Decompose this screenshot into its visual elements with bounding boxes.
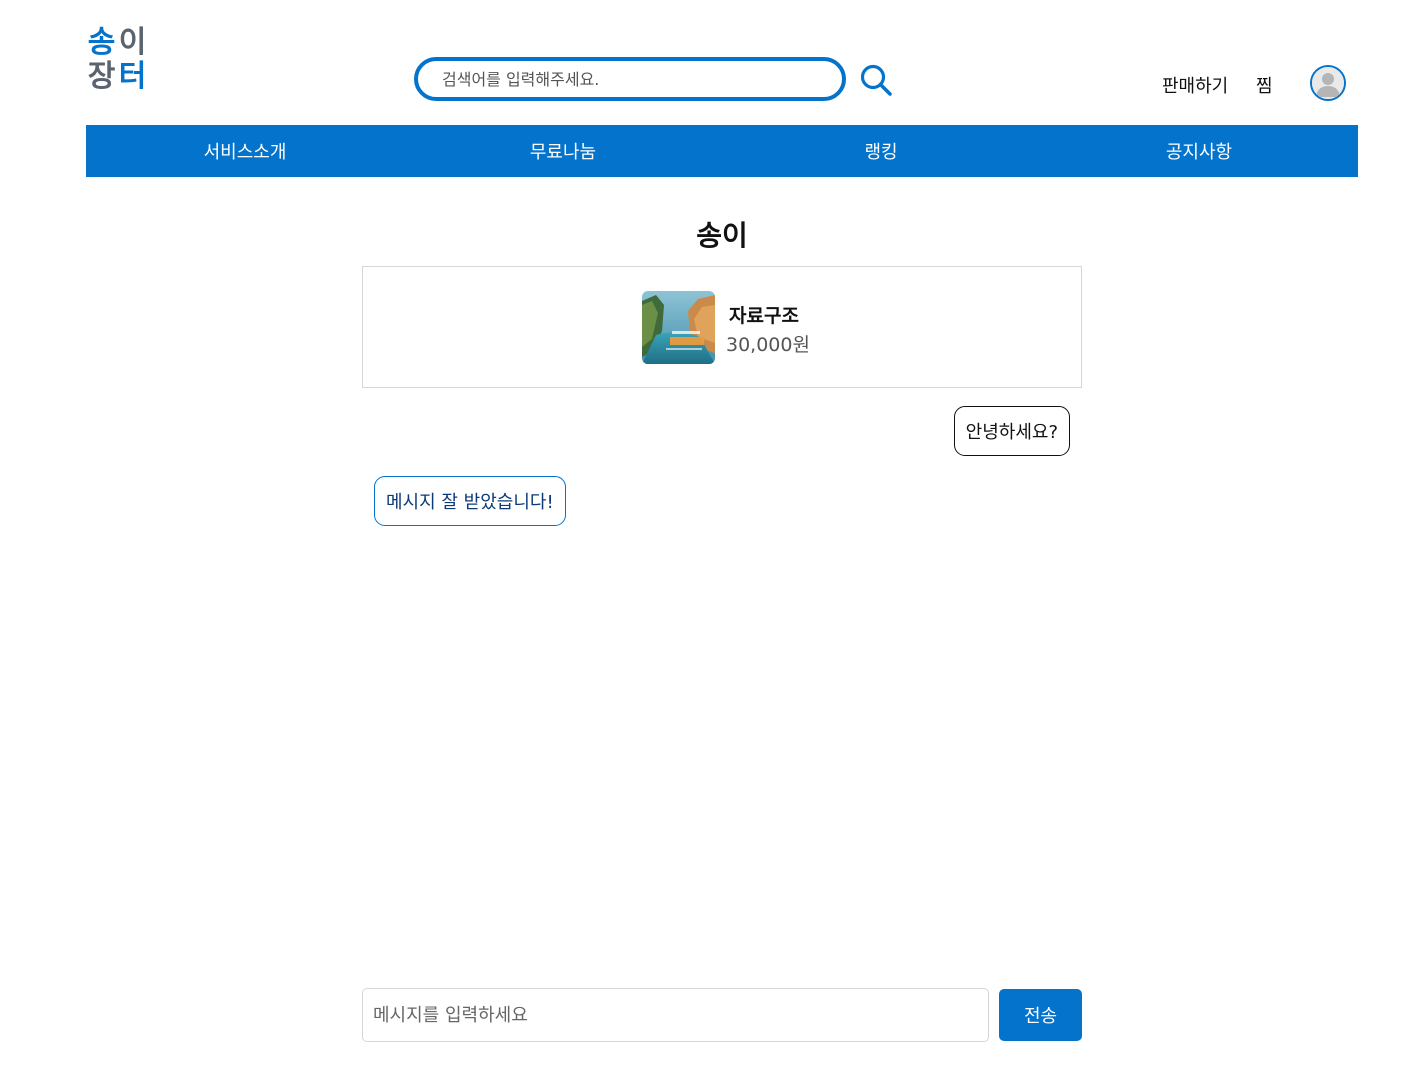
search-button[interactable] [858, 62, 894, 98]
book-cover-image [642, 291, 715, 364]
wishlist-link[interactable]: 찜 [1256, 72, 1273, 98]
chat-page: 송 이 장 터 판매하기 찜 서비스소개 무료나눔 랭킹 공지사항 송이 [0, 0, 1426, 1068]
nav-item-ranking[interactable]: 랭킹 [722, 125, 1040, 177]
nav-item-notice[interactable]: 공지사항 [1040, 125, 1358, 177]
sell-link[interactable]: 판매하기 [1162, 72, 1228, 98]
product-name: 자료구조 [729, 305, 799, 327]
nav-item-free-sharing[interactable]: 무료나눔 [404, 125, 722, 177]
message-sent: 안녕하세요? [953, 406, 1070, 456]
user-avatar-icon [1312, 67, 1344, 99]
logo-char-4: 터 [118, 59, 147, 94]
chat-partner-name: 송이 [696, 219, 748, 252]
site-logo[interactable]: 송 이 장 터 [86, 26, 156, 98]
message-input[interactable] [362, 988, 989, 1042]
logo-char-2: 이 [118, 25, 147, 60]
search-input[interactable] [418, 61, 842, 97]
send-button[interactable]: 전송 [999, 989, 1082, 1041]
product-thumbnail [642, 291, 715, 364]
logo-char-1: 송 [87, 25, 116, 60]
search-icon [860, 64, 892, 96]
main-nav: 서비스소개 무료나눔 랭킹 공지사항 [86, 125, 1358, 177]
message-received: 메시지 잘 받았습니다! [374, 476, 566, 526]
nav-item-service-intro[interactable]: 서비스소개 [86, 125, 404, 177]
product-price: 30,000원 [726, 334, 810, 356]
search-bar [414, 57, 846, 101]
profile-button[interactable] [1310, 65, 1346, 101]
product-card[interactable]: 자료구조 30,000원 [362, 266, 1082, 388]
logo-char-3: 장 [87, 59, 116, 94]
